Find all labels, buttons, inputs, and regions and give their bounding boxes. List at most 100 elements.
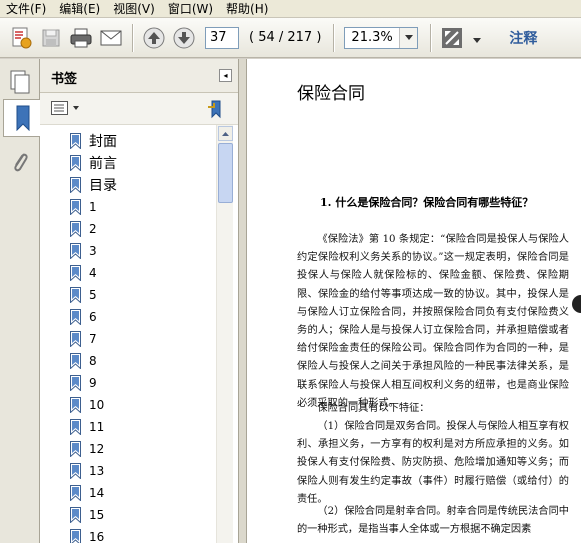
chevron-down-icon: [404, 35, 413, 40]
list-item[interactable]: 15: [70, 504, 104, 526]
expand-bookmark-button[interactable]: [206, 99, 226, 123]
bookmarks-panel: 书签 ◂ 封面 前言 目录 1 2 3 4 5 6 7 8 9 10 11 12…: [40, 59, 238, 543]
panel-toolbar: [40, 93, 238, 125]
fit-window-button[interactable]: [437, 23, 467, 53]
toolbar: 37 ( 54 / 217 ) 21.3% 注释: [0, 18, 581, 58]
bookmark-label: 7: [89, 332, 97, 346]
bookmark-list: 封面 前言 目录 1 2 3 4 5 6 7 8 9 10 11 12 13 1…: [40, 125, 216, 543]
bookmark-label: 5: [89, 288, 97, 302]
page-count-label: ( 54 / 217 ): [249, 30, 322, 45]
options-button[interactable]: [51, 101, 79, 115]
save-button[interactable]: [36, 23, 66, 53]
list-item[interactable]: 2: [70, 218, 97, 240]
bookmark-label: 14: [89, 486, 105, 500]
expand-bookmark-icon: [208, 100, 221, 119]
bookmark-icon: [70, 287, 81, 303]
bookmark-icon: [70, 397, 81, 413]
bookmark-label: 6: [89, 310, 97, 324]
list-item[interactable]: 7: [70, 328, 97, 350]
document-view: 保险合同 1. 什么是保险合同？保险合同有哪些特征？ 《保险法》第 10 条规定…: [247, 59, 581, 543]
pages-icon: [10, 70, 30, 94]
create-pdf-icon: [12, 27, 32, 48]
pdf-viewer-window: 文件(F) 编辑(E) 视图(V) 窗口(W) 帮助(H) 37 (54 / …: [0, 0, 581, 543]
paragraph-3: （1）保险合同是双务合同。投保人与保险人相互享有权利、承担义务，一方享有的权利是…: [297, 421, 569, 505]
bookmark-icon: [70, 353, 81, 369]
scroll-thumb[interactable]: [218, 143, 233, 203]
list-item[interactable]: 10: [70, 394, 104, 416]
bookmark-scrollbar[interactable]: [216, 125, 233, 543]
menu-view[interactable]: 视图(V): [107, 0, 162, 18]
bookmark-label: 8: [89, 354, 97, 368]
chevron-down-icon: [473, 38, 482, 43]
section-question: 1. 什么是保险合同？保险合同有哪些特征？: [320, 196, 534, 209]
panel-splitter[interactable]: [238, 59, 247, 543]
menu-edit[interactable]: 编辑(E): [53, 0, 107, 18]
email-button[interactable]: [96, 23, 126, 53]
bookmark-icon: [70, 221, 81, 237]
bookmark-icon: [70, 199, 81, 215]
bookmark-label: 前言: [89, 156, 117, 172]
list-item[interactable]: 前言: [70, 152, 117, 174]
paragraph-2: 保险合同具有以下特征：: [317, 403, 430, 414]
bookmark-icon: [70, 265, 81, 281]
bookmark-label: 4: [89, 266, 97, 280]
menu-window[interactable]: 窗口(W): [162, 0, 220, 18]
bookmark-label: 12: [89, 442, 105, 456]
bookmark-label: 目录: [89, 178, 117, 194]
tab-attachments[interactable]: [3, 143, 37, 181]
navigation-pane-strip: [0, 59, 41, 543]
tab-bookmarks[interactable]: [3, 99, 41, 137]
bookmark-label: 封面: [89, 134, 117, 150]
bookmark-icon: [70, 177, 81, 193]
zoom-select[interactable]: 21.3%: [344, 26, 419, 49]
bookmark-icon: [70, 155, 81, 171]
bookmark-icon: [70, 375, 81, 391]
paragraph-1: 《保险法》第 10 条规定：“保险合同是投保人与保险人约定保险权利义务关系的协议…: [297, 234, 569, 409]
printer-icon: [70, 28, 92, 47]
page-side-button[interactable]: [572, 295, 581, 313]
list-item[interactable]: 3: [70, 240, 97, 262]
list-item[interactable]: 12: [70, 438, 104, 460]
options-list-icon: [51, 101, 68, 115]
menu-file[interactable]: 文件(F): [0, 0, 53, 18]
list-item[interactable]: 目录: [70, 174, 117, 196]
collapse-panel-button[interactable]: ◂: [219, 69, 232, 82]
print-button[interactable]: [66, 23, 96, 53]
create-pdf-button[interactable]: [6, 23, 36, 53]
next-page-button[interactable]: [169, 23, 199, 53]
bookmark-label: 11: [89, 420, 105, 434]
list-item[interactable]: 11: [70, 416, 104, 438]
bookmark-icon: [70, 331, 81, 347]
chevron-down-icon: [73, 106, 79, 110]
list-item[interactable]: 13: [70, 460, 104, 482]
bookmark-label: 3: [89, 244, 97, 258]
list-item[interactable]: 16: [70, 526, 104, 543]
comment-button[interactable]: 注释: [509, 28, 537, 48]
arrow-up-icon: [143, 27, 165, 48]
page-number-input[interactable]: 37: [205, 26, 239, 49]
list-item[interactable]: 4: [70, 262, 97, 284]
list-item[interactable]: 9: [70, 372, 97, 394]
menu-bar: 文件(F) 编辑(E) 视图(V) 窗口(W) 帮助(H): [0, 0, 581, 18]
list-item[interactable]: 1: [70, 196, 97, 218]
toolbar-separator: [333, 23, 335, 52]
bookmark-label: 9: [89, 376, 97, 390]
list-item[interactable]: 5: [70, 284, 97, 306]
envelope-icon: [100, 30, 122, 45]
scroll-up-button[interactable]: [218, 126, 233, 141]
zoom-value: 21.3%: [351, 29, 393, 45]
arrow-down-icon: [173, 27, 195, 48]
tab-pages[interactable]: [3, 63, 37, 101]
zoom-dropdown-button[interactable]: [399, 27, 418, 48]
list-item[interactable]: 封面: [70, 130, 117, 152]
panel-title: 书签: [51, 72, 78, 87]
bookmark-icon: [70, 419, 81, 435]
toolbar-options-dropdown[interactable]: [473, 28, 482, 47]
list-item[interactable]: 6: [70, 306, 97, 328]
toolbar-separator: [132, 23, 133, 52]
bookmark-icon: [70, 243, 81, 259]
menu-help[interactable]: 帮助(H): [220, 0, 275, 18]
list-item[interactable]: 8: [70, 350, 97, 372]
previous-page-button[interactable]: [139, 23, 169, 53]
list-item[interactable]: 14: [70, 482, 104, 504]
